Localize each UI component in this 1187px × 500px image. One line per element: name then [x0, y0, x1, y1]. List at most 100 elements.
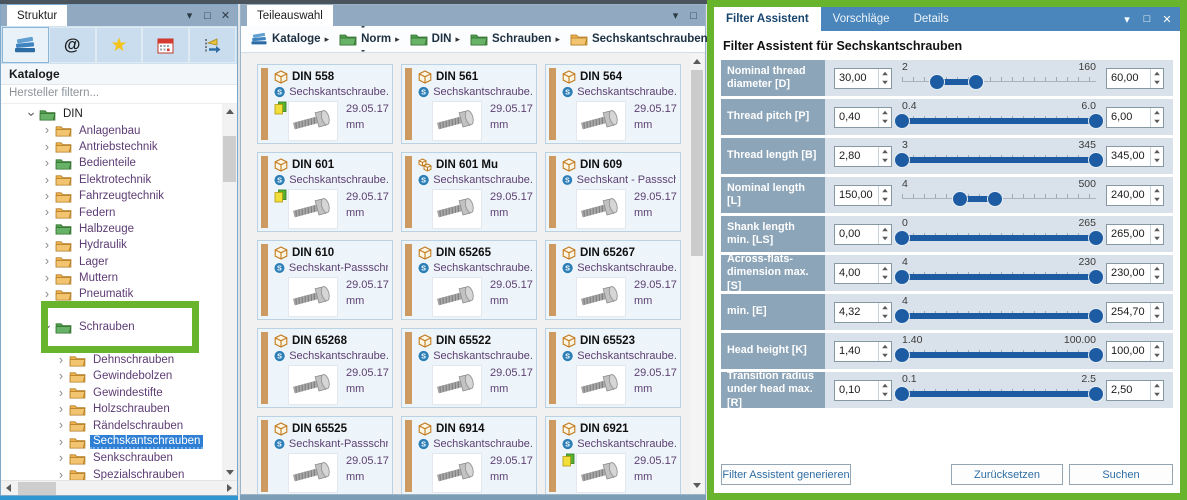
range-slider[interactable]: 1.40 100.00 — [894, 333, 1104, 369]
slider-handle-high[interactable] — [1088, 151, 1104, 168]
chevron-right-icon[interactable]: › — [41, 124, 53, 137]
spin-up-icon[interactable] — [879, 147, 891, 157]
part-card-din-6914[interactable]: DIN 6914 S Sechskantschraube... 29.05.17… — [401, 416, 537, 494]
chevron-right-icon[interactable]: › — [55, 452, 67, 465]
panel-menu-icon[interactable]: ▾ — [181, 9, 198, 22]
filter-max-spinbox[interactable]: 60,00 — [1106, 67, 1164, 89]
panel-menu-icon[interactable]: ▾ — [1119, 13, 1135, 26]
filter-min-spinbox[interactable]: 4,32 — [834, 301, 892, 323]
tree-item-din[interactable]: › DIN — [1, 106, 237, 122]
spin-up-icon[interactable] — [1151, 342, 1163, 352]
tree-item-sechskantschrauben[interactable]: › Sechskantschrauben — [1, 434, 237, 450]
tree-item-anlagenbau[interactable]: › Anlagenbau — [1, 122, 237, 138]
filter-min-spinbox[interactable]: 150,00 — [834, 184, 892, 206]
spin-up-icon[interactable] — [1151, 264, 1163, 274]
spin-up-icon[interactable] — [879, 381, 891, 391]
breadcrumb-schrauben[interactable]: Schrauben ▸ — [465, 30, 565, 48]
range-slider[interactable]: 0.4 6.0 — [894, 99, 1104, 135]
slider-handle-high[interactable] — [1088, 229, 1104, 246]
scroll-left-icon[interactable] — [1, 481, 16, 496]
slider-selected-range[interactable] — [902, 157, 1096, 163]
spin-down-icon[interactable] — [879, 234, 891, 244]
tree-horizontal-scrollbar[interactable] — [1, 480, 237, 495]
range-slider[interactable]: 2 160 — [902, 60, 1096, 96]
tree-item-senkschrauben[interactable]: › Senkschrauben — [1, 450, 237, 466]
manufacturer-filter-input[interactable]: Hersteller filtern... — [1, 85, 237, 104]
tree-item-pneumatik[interactable]: › Pneumatik — [1, 286, 237, 302]
slider-handle-low[interactable] — [894, 112, 910, 129]
range-slider[interactable]: 4 500 — [902, 177, 1096, 213]
chevron-right-icon[interactable]: › — [41, 223, 53, 236]
tab-details[interactable]: Details — [902, 7, 961, 31]
spin-down-icon[interactable] — [1151, 195, 1163, 205]
filter-min-spinbox[interactable]: 0,40 — [834, 106, 892, 128]
spin-down-icon[interactable] — [1151, 234, 1163, 244]
reset-button[interactable]: Zurücksetzen — [951, 464, 1063, 485]
slider-handle-low[interactable] — [928, 73, 945, 90]
scroll-up-icon[interactable] — [222, 104, 237, 119]
part-card-din-601-mu[interactable]: DIN 601 Mu S Sechskantschraube... 29.05.… — [401, 152, 537, 232]
spin-up-icon[interactable] — [1151, 381, 1163, 391]
filter-min-spinbox[interactable]: 0,10 — [834, 379, 892, 401]
spin-up-icon[interactable] — [1151, 186, 1163, 196]
slider-handle-high[interactable] — [1088, 268, 1104, 285]
tree-item-lager[interactable]: › Lager — [1, 254, 237, 270]
filter-max-spinbox[interactable]: 6,00 — [1106, 106, 1164, 128]
tab-filter-assistent[interactable]: Filter Assistent — [714, 7, 821, 31]
toolbar-catalog-books-button[interactable] — [2, 27, 49, 63]
tree-item-rändelschrauben[interactable]: › Rändelschrauben — [1, 417, 237, 433]
chevron-right-icon[interactable]: › — [55, 387, 67, 400]
filter-max-spinbox[interactable]: 240,00 — [1106, 184, 1164, 206]
slider-handle-low[interactable] — [894, 307, 910, 324]
spin-down-icon[interactable] — [1151, 117, 1163, 127]
slider-selected-range[interactable] — [902, 391, 1096, 397]
spin-down-icon[interactable] — [1151, 273, 1163, 283]
chevron-right-icon[interactable]: › — [41, 288, 53, 301]
spin-up-icon[interactable] — [879, 69, 891, 79]
toolbar-assembly-plan-button[interactable] — [189, 27, 236, 63]
part-card-din-610[interactable]: DIN 610 S Sechskant-Passschr... 29.05.17… — [257, 240, 393, 320]
slider-selected-range[interactable] — [902, 118, 1096, 124]
tree-vertical-scrollbar[interactable] — [222, 104, 237, 480]
scroll-right-icon[interactable] — [222, 481, 237, 496]
range-slider[interactable]: 0.1 2.5 — [894, 372, 1104, 408]
slider-handle-low[interactable] — [894, 346, 910, 363]
tree-item-obscured[interactable] — [1, 335, 237, 351]
spin-up-icon[interactable] — [1151, 108, 1163, 118]
scroll-up-icon[interactable] — [690, 54, 704, 69]
part-card-din-601[interactable]: DIN 601 S Sechskantschraube... 29.05.17 … — [257, 152, 393, 232]
filter-min-spinbox[interactable]: 30,00 — [834, 67, 892, 89]
slider-handle-low[interactable] — [894, 268, 910, 285]
spin-down-icon[interactable] — [879, 273, 891, 283]
breadcrumb-kataloge[interactable]: Kataloge ▸ — [245, 30, 334, 48]
spin-down-icon[interactable] — [879, 156, 891, 166]
slider-selected-range[interactable] — [902, 235, 1096, 241]
slider-handle-high[interactable] — [967, 73, 984, 90]
spin-down-icon[interactable] — [879, 195, 891, 205]
tree-item-federn[interactable]: › Federn — [1, 204, 237, 220]
slider-selected-range[interactable] — [902, 352, 1096, 358]
filter-max-spinbox[interactable]: 100,00 — [1106, 340, 1164, 362]
chevron-right-icon[interactable]: › — [41, 239, 53, 252]
close-icon[interactable]: ✕ — [217, 9, 234, 22]
filter-max-spinbox[interactable]: 2,50 — [1106, 379, 1164, 401]
scroll-down-icon[interactable] — [690, 478, 704, 493]
chevron-right-icon[interactable]: › — [55, 436, 67, 449]
part-card-din-65522[interactable]: DIN 65522 S Sechskantschraube... 29.05.1… — [401, 328, 537, 408]
part-card-din-65265[interactable]: DIN 65265 S Sechskantschraube... 29.05.1… — [401, 240, 537, 320]
spin-up-icon[interactable] — [879, 108, 891, 118]
scrollbar-thumb[interactable] — [691, 70, 703, 256]
tab-vorschlaege[interactable]: Vorschläge — [821, 7, 902, 31]
tree-item-hydraulik[interactable]: › Hydraulik — [1, 237, 237, 253]
spin-down-icon[interactable] — [1151, 156, 1163, 166]
part-card-din-65268[interactable]: DIN 65268 S Sechskantschraube... 29.05.1… — [257, 328, 393, 408]
breadcrumb-sechskantschrauben[interactable]: Sechskantschrauben ▸ — [565, 30, 721, 48]
chevron-right-icon[interactable]: › — [41, 173, 53, 187]
toolbar-calendar-button[interactable] — [142, 27, 190, 63]
scrollbar-thumb[interactable] — [18, 482, 56, 495]
spin-up-icon[interactable] — [1151, 69, 1163, 79]
part-card-din-65523[interactable]: DIN 65523 S Sechskantschraube... 29.05.1… — [545, 328, 681, 408]
chevron-right-icon[interactable]: › — [55, 403, 67, 416]
filter-min-spinbox[interactable]: 2,80 — [834, 145, 892, 167]
filter-max-spinbox[interactable]: 230,00 — [1106, 262, 1164, 284]
